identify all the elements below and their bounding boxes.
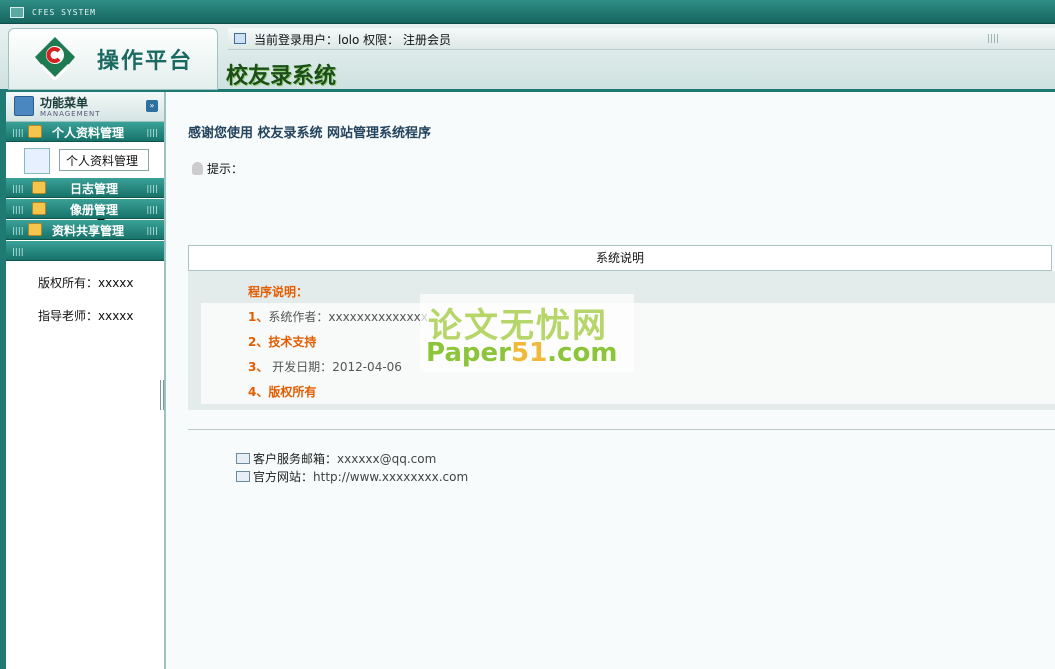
sidebar-item-sharing[interactable]: |||| 资料共享管理 |||| <box>6 220 164 240</box>
website-link[interactable]: http://www.xxxxxxxx.com <box>313 470 468 484</box>
phone-icon <box>236 471 250 482</box>
sidebar-item-label: 像册管理 <box>70 203 119 217</box>
menu-title: 功能菜单 <box>40 96 89 110</box>
logo-icon <box>35 37 75 82</box>
sidebar: 功能菜单 MANAGEMENT » |||| 个人资料管理 |||| 个人资料管… <box>0 92 166 669</box>
splitter-handle[interactable] <box>160 380 164 410</box>
user-card-icon <box>24 148 50 174</box>
sidebar-item-profile[interactable]: |||| 个人资料管理 |||| <box>6 122 164 142</box>
logo-panel: 操作平台 <box>8 28 218 90</box>
website-row: 官方网站：http://www.xxxxxxxx.com <box>236 468 468 486</box>
grip-icon: |||| <box>12 247 24 256</box>
list-item: 3、 开发日期：2012-04-06 <box>248 360 402 374</box>
tip: 提示： <box>192 160 243 177</box>
email-row: 客户服务邮箱：xxxxxx@qq.com <box>236 450 468 468</box>
sidebar-item-album[interactable]: |||| 像册管理 |||| <box>6 199 164 219</box>
window-icon <box>234 33 246 44</box>
platform-title: 操作平台 <box>97 48 194 74</box>
folder-icon <box>28 125 42 138</box>
copyright-text: 版权所有：xxxxx <box>38 276 134 290</box>
advisor-text: 指导老师：xxxxx <box>38 309 134 323</box>
submenu: 个人资料管理 <box>6 143 164 223</box>
list-item: 1、系统作者：xxxxxxxxxxxxxx <box>248 310 428 324</box>
email-link[interactable]: xxxxxx@qq.com <box>337 452 436 466</box>
tip-label: 提示： <box>207 162 244 176</box>
submenu-item-profile[interactable]: 个人资料管理 <box>59 149 149 171</box>
grip-icon: |||| <box>12 205 24 214</box>
sidebar-item-journal[interactable]: |||| 日志管理 |||| <box>6 178 164 198</box>
grip-icon: |||| <box>146 205 158 214</box>
divider <box>188 429 1055 430</box>
watermark-logo: 论文无忧网 Paper51.com <box>420 294 634 372</box>
envelope-icon <box>236 453 250 464</box>
grip-icon: |||| <box>12 128 24 137</box>
grip-icon: |||| <box>986 34 999 44</box>
watermark-domain: Paper51.com <box>426 338 618 368</box>
sidebar-footer-bar: |||| <box>6 241 164 261</box>
sidebar-item-label: 个人资料管理 <box>52 126 125 140</box>
folder-icon <box>32 202 46 215</box>
user-info-text: 当前登录用户：lolo 权限： 注册会员 <box>254 33 451 47</box>
sidebar-item-label: 资料共享管理 <box>52 224 125 238</box>
app-title: CFES SYSTEM <box>32 8 96 17</box>
grip-icon: |||| <box>146 128 158 137</box>
list-item: 2、技术支持 <box>248 335 317 349</box>
app-icon <box>10 7 24 18</box>
grip-icon: |||| <box>146 226 158 235</box>
collapse-icon[interactable]: » <box>146 100 158 112</box>
folder-icon <box>28 223 42 236</box>
contact-info: 客户服务邮箱：xxxxxx@qq.com 官方网站：http://www.xxx… <box>236 450 468 486</box>
folder-icon <box>32 181 46 194</box>
menu-header: 功能菜单 MANAGEMENT » <box>6 92 164 122</box>
main-content: 感谢您使用 校友录系统 网站管理系统程序 提示： 系统说明 程序说明： 1、系统… <box>166 92 1055 669</box>
user-info-bar: 当前登录用户：lolo 权限： 注册会员 |||| <box>228 28 1055 50</box>
menu-icon <box>14 96 34 116</box>
header: 操作平台 当前登录用户：lolo 权限： 注册会员 |||| 校友录系统 <box>0 24 1055 92</box>
system-name: 校友录系统 <box>226 63 337 89</box>
lightbulb-icon <box>192 162 203 175</box>
menu-subtitle: MANAGEMENT <box>40 110 101 118</box>
list-item: 4、版权所有 <box>248 385 317 399</box>
window-titlebar: CFES SYSTEM <box>0 0 1055 24</box>
grip-icon: |||| <box>146 184 158 193</box>
sidebar-item-label: 日志管理 <box>70 182 119 196</box>
description-header: 系统说明 <box>188 245 1052 271</box>
description-title: 程序说明： <box>248 285 309 299</box>
welcome-heading: 感谢您使用 校友录系统 网站管理系统程序 <box>188 126 432 141</box>
grip-icon: |||| <box>12 184 24 193</box>
grip-icon: |||| <box>12 226 24 235</box>
